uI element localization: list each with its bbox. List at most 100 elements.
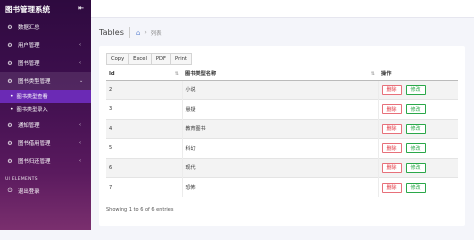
chevron-left-icon: ‹ [79, 140, 81, 146]
edit-button[interactable]: 修改 [405, 84, 426, 95]
cell-actions: 删除 修改 [377, 138, 458, 158]
chevron-down-icon: ⌄ [79, 78, 84, 84]
sidebar-subitem-view-types[interactable]: • 图书类型查看 [0, 90, 91, 103]
home-icon[interactable]: ⌂ [136, 29, 140, 37]
page-title: Tables [99, 28, 124, 37]
sidebar-item-borrow[interactable]: ⚙ 图书借用管理 ‹ [0, 134, 91, 152]
sidebar-item-users[interactable]: ⚙ 用户管理 ‹ [0, 36, 91, 54]
delete-button[interactable]: 删除 [381, 182, 402, 193]
chevron-left-icon: ‹ [79, 42, 81, 48]
category-icon: ⚙ [7, 77, 13, 85]
excel-button[interactable]: Excel [128, 53, 152, 65]
user-icon: ⚙ [7, 41, 13, 49]
sidebar-nav: ⚙ 数据汇总 ⚙ 用户管理 ‹ ⚙ 图书管理 ‹ ⚙ 图书类型管理 ⌄ [0, 18, 91, 90]
sidebar-item-label: 图书类型管理 [18, 79, 51, 85]
return-icon: ⚙ [7, 157, 13, 165]
column-header-name[interactable]: 图书类型名称 ⇅ [182, 68, 378, 81]
edit-button[interactable]: 修改 [405, 182, 426, 193]
logout-label: 退出登录 [18, 189, 40, 195]
cell-actions: 删除 修改 [377, 99, 458, 119]
logout-icon: ⏻ [7, 187, 13, 194]
cell-id: 4 [106, 118, 182, 139]
table-row: 7 恐怖 删除 修改 [106, 177, 458, 197]
cell-name: 现代 [181, 157, 378, 178]
cell-id: 2 [106, 79, 182, 100]
sidebar-submenu: • 图书类型查看 • 图书类型录入 [0, 90, 91, 116]
book-types-table: Id ⇅ 图书类型名称 ⇅ 操作 2 小说 删除 修改 3 悬疑 删除 修改 4… [106, 68, 458, 197]
breadcrumb-divider [128, 27, 130, 38]
sort-icon: ⇅ [174, 71, 179, 77]
chevron-left-icon: ‹ [79, 158, 81, 164]
sidebar-subitem-label: 图书类型录入 [16, 107, 48, 113]
breadcrumb: Tables ⌂ › 列表 [99, 27, 162, 38]
notice-icon: ⚙ [7, 121, 13, 129]
column-header-actions: 操作 [378, 68, 458, 81]
export-buttons: Copy Excel PDF Print [106, 53, 192, 65]
cell-name: 悬疑 [181, 99, 378, 119]
delete-button[interactable]: 删除 [381, 104, 402, 115]
section-title: UI ELEMENTS [5, 177, 38, 182]
edit-button[interactable]: 修改 [405, 104, 426, 115]
print-button[interactable]: Print [170, 53, 192, 65]
sidebar-item-label: 通知管理 [18, 123, 40, 129]
borrow-icon: ⚙ [7, 139, 13, 147]
table-row: 3 悬疑 删除 修改 [106, 99, 458, 119]
delete-button[interactable]: 删除 [381, 123, 402, 134]
copy-button[interactable]: Copy [106, 53, 130, 65]
edit-button[interactable]: 修改 [405, 123, 426, 134]
pdf-button[interactable]: PDF [150, 53, 172, 65]
cell-actions: 删除 修改 [377, 177, 458, 197]
sidebar-item-dashboard[interactable]: ⚙ 数据汇总 [0, 18, 91, 36]
collapse-icon[interactable]: ⇤ [78, 4, 84, 12]
bullet-icon: • [10, 93, 14, 100]
top-bar [91, 0, 474, 18]
brand: 图书管理系统 ⇤ [0, 0, 91, 18]
sidebar-item-label: 数据汇总 [18, 25, 40, 31]
logout-button[interactable]: ⏻ 退出登录 [0, 182, 91, 200]
cell-name: 恐怖 [181, 177, 378, 197]
sidebar-item-label: 用户管理 [18, 43, 40, 49]
delete-button[interactable]: 删除 [381, 84, 402, 95]
cell-actions: 删除 修改 [377, 79, 458, 100]
cell-name: 科幻 [181, 138, 378, 158]
edit-button[interactable]: 修改 [405, 162, 426, 173]
book-icon: ⚙ [7, 59, 13, 67]
sidebar-subitem-add-type[interactable]: • 图书类型录入 [0, 103, 91, 116]
cell-actions: 删除 修改 [377, 157, 458, 178]
cell-actions: 删除 修改 [377, 118, 458, 139]
bullet-icon: • [10, 106, 14, 113]
cell-name: 教育图书 [181, 118, 378, 139]
cell-name: 小说 [181, 79, 378, 100]
table-row: 5 科幻 删除 修改 [106, 138, 458, 158]
chevron-left-icon: ‹ [79, 122, 81, 128]
delete-button[interactable]: 删除 [381, 143, 402, 154]
sidebar-nav-lower: ⚙ 通知管理 ‹ ⚙ 图书借用管理 ‹ ⚙ 图书归还管理 ‹ [0, 116, 91, 170]
chevron-left-icon: ‹ [79, 60, 81, 66]
sidebar-item-notices[interactable]: ⚙ 通知管理 ‹ [0, 116, 91, 134]
sidebar: 图书管理系统 ⇤ ⚙ 数据汇总 ⚙ 用户管理 ‹ ⚙ 图书管理 ‹ ⚙ 图书类型… [0, 0, 91, 230]
sidebar-item-return[interactable]: ⚙ 图书归还管理 ‹ [0, 152, 91, 170]
sort-icon: ⇅ [370, 71, 375, 77]
sidebar-item-books[interactable]: ⚙ 图书管理 ‹ [0, 54, 91, 72]
cell-id: 7 [106, 177, 182, 197]
cell-id: 3 [106, 99, 182, 119]
sidebar-item-label: 图书管理 [18, 61, 40, 67]
table-card: Copy Excel PDF Print Id ⇅ 图书类型名称 ⇅ 操作 2 … [99, 46, 465, 226]
sidebar-item-label: 图书借用管理 [18, 141, 51, 147]
dashboard-icon: ⚙ [7, 23, 13, 31]
edit-button[interactable]: 修改 [405, 143, 426, 154]
main-content: Tables ⌂ › 列表 Copy Excel PDF Print Id ⇅ … [91, 0, 474, 230]
sidebar-item-book-types[interactable]: ⚙ 图书类型管理 ⌄ [0, 72, 91, 90]
cell-id: 6 [106, 157, 182, 178]
sidebar-item-label: 图书归还管理 [18, 159, 51, 165]
table-row: 2 小说 删除 修改 [106, 79, 458, 100]
breadcrumb-current: 列表 [150, 30, 162, 37]
column-header-id[interactable]: Id ⇅ [106, 68, 182, 81]
cell-id: 5 [106, 138, 182, 158]
app-title: 图书管理系统 [5, 4, 50, 14]
delete-button[interactable]: 删除 [381, 162, 402, 173]
table-row: 4 教育图书 删除 修改 [106, 118, 458, 139]
sidebar-subitem-label: 图书类型查看 [16, 94, 48, 100]
table-row: 6 现代 删除 修改 [106, 157, 458, 178]
table-info: Showing 1 to 6 of 6 entries [106, 207, 174, 213]
